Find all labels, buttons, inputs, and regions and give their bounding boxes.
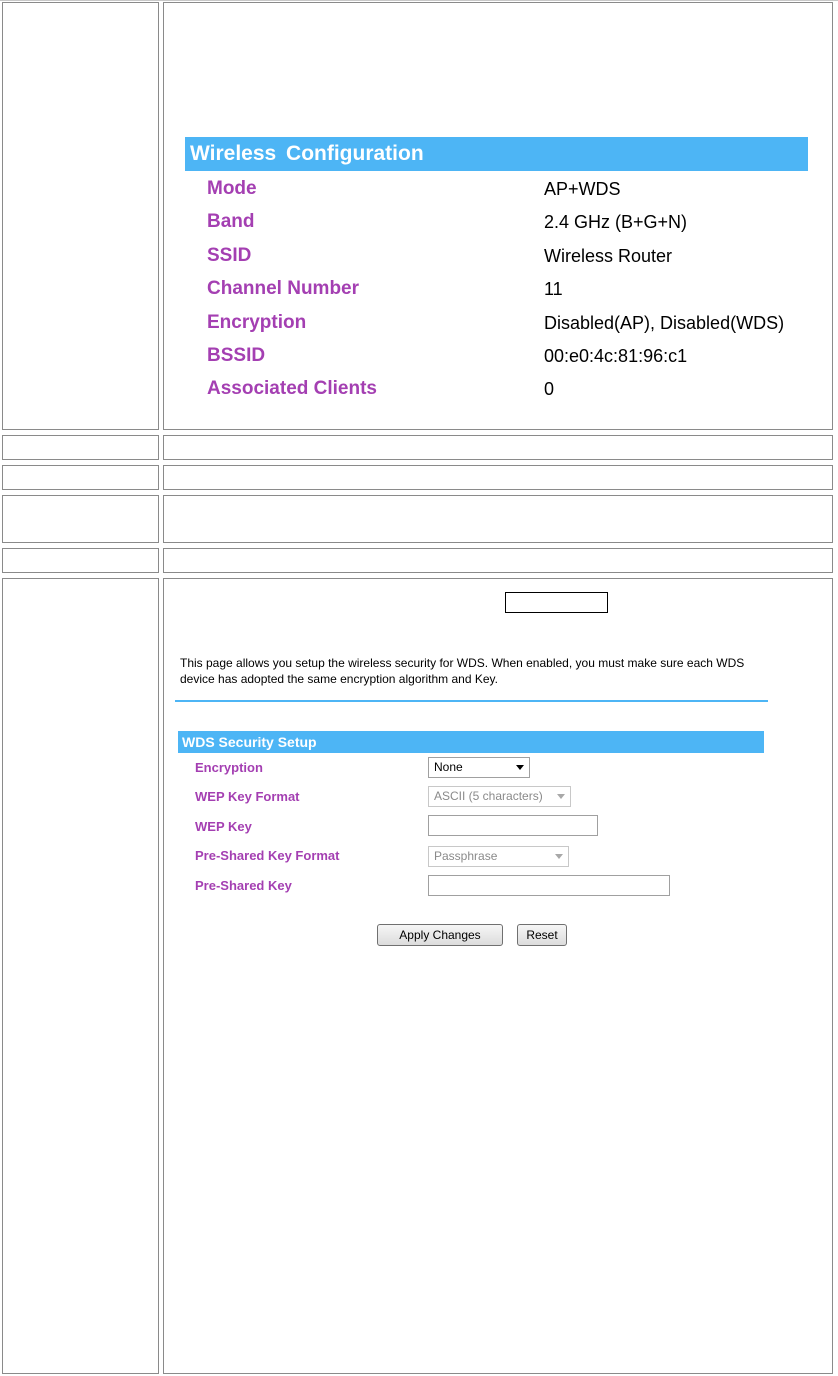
callout-box: [505, 592, 608, 613]
psk-format-value: Passphrase: [434, 849, 498, 863]
row-label: Band: [207, 211, 255, 232]
chevron-down-icon: [557, 794, 565, 799]
page-description: This page allows you setup the wireless …: [180, 656, 745, 686]
wireless-config-row-encryption: Encryption Disabled(AP), Disabled(WDS): [207, 308, 827, 338]
table-cell-left-6: [2, 578, 159, 1374]
row-label: Mode: [207, 178, 257, 199]
encryption-label: Encryption: [195, 760, 263, 775]
row-value: 2.4 GHz (B+G+N): [544, 212, 688, 232]
psk-label: Pre-Shared Key: [195, 878, 292, 893]
encryption-select[interactable]: None: [428, 757, 530, 778]
table-cell-right-6: [163, 578, 833, 1374]
wireless-config-row-band: Band 2.4 GHz (B+G+N): [207, 207, 827, 237]
wep-key-format-value: ASCII (5 characters): [434, 789, 543, 803]
row-label: BSSID: [207, 345, 266, 366]
wireless-config-row-clients: Associated Clients 0: [207, 374, 827, 404]
wep-key-format-label: WEP Key Format: [195, 789, 300, 804]
table-cell-left-1: [2, 2, 159, 430]
row-label: Channel Number: [207, 278, 360, 299]
table-cell-right-5: [163, 548, 833, 573]
wep-key-input[interactable]: [428, 815, 598, 836]
wep-key-label: WEP Key: [195, 819, 252, 834]
chevron-down-icon: [516, 765, 524, 770]
row-value: 00:e0:4c:81:96:c1: [544, 346, 688, 366]
table-cell-right-2: [163, 435, 833, 460]
psk-format-select[interactable]: Passphrase: [428, 846, 569, 867]
wds-security-title: WDS Security Setup: [178, 731, 764, 753]
divider: [175, 700, 768, 702]
apply-changes-button[interactable]: Apply Changes: [377, 924, 503, 946]
row-value: AP+WDS: [544, 179, 621, 199]
wireless-config-row-mode: Mode AP+WDS: [207, 174, 827, 204]
top-border: [0, 0, 838, 1]
wireless-config-row-bssid: BSSID 00:e0:4c:81:96:c1: [207, 341, 827, 371]
row-value: 11: [544, 279, 563, 299]
row-value: Wireless Router: [544, 246, 673, 266]
psk-format-label: Pre-Shared Key Format: [195, 848, 340, 863]
table-cell-left-4: [2, 495, 159, 543]
row-value: 0: [544, 379, 555, 399]
row-label: SSID: [207, 245, 252, 266]
table-cell-left-2: [2, 435, 159, 460]
wireless-config-row-channel: Channel Number 11: [207, 274, 827, 304]
chevron-down-icon: [555, 854, 563, 859]
row-label: Associated Clients: [207, 378, 377, 399]
wireless-config-row-ssid: SSID Wireless Router: [207, 241, 827, 271]
table-cell-right-4: [163, 495, 833, 543]
wireless-config-title: Wireless Configuration: [185, 137, 808, 171]
table-cell-left-3: [2, 465, 159, 490]
psk-input[interactable]: [428, 875, 670, 896]
table-cell-left-5: [2, 548, 159, 573]
table-cell-right-3: [163, 465, 833, 490]
wep-key-format-select[interactable]: ASCII (5 characters): [428, 786, 571, 807]
reset-button[interactable]: Reset: [517, 924, 567, 946]
encryption-select-value: None: [434, 760, 463, 774]
row-value: Disabled(AP), Disabled(WDS): [544, 313, 785, 333]
row-label: Encryption: [207, 312, 307, 333]
